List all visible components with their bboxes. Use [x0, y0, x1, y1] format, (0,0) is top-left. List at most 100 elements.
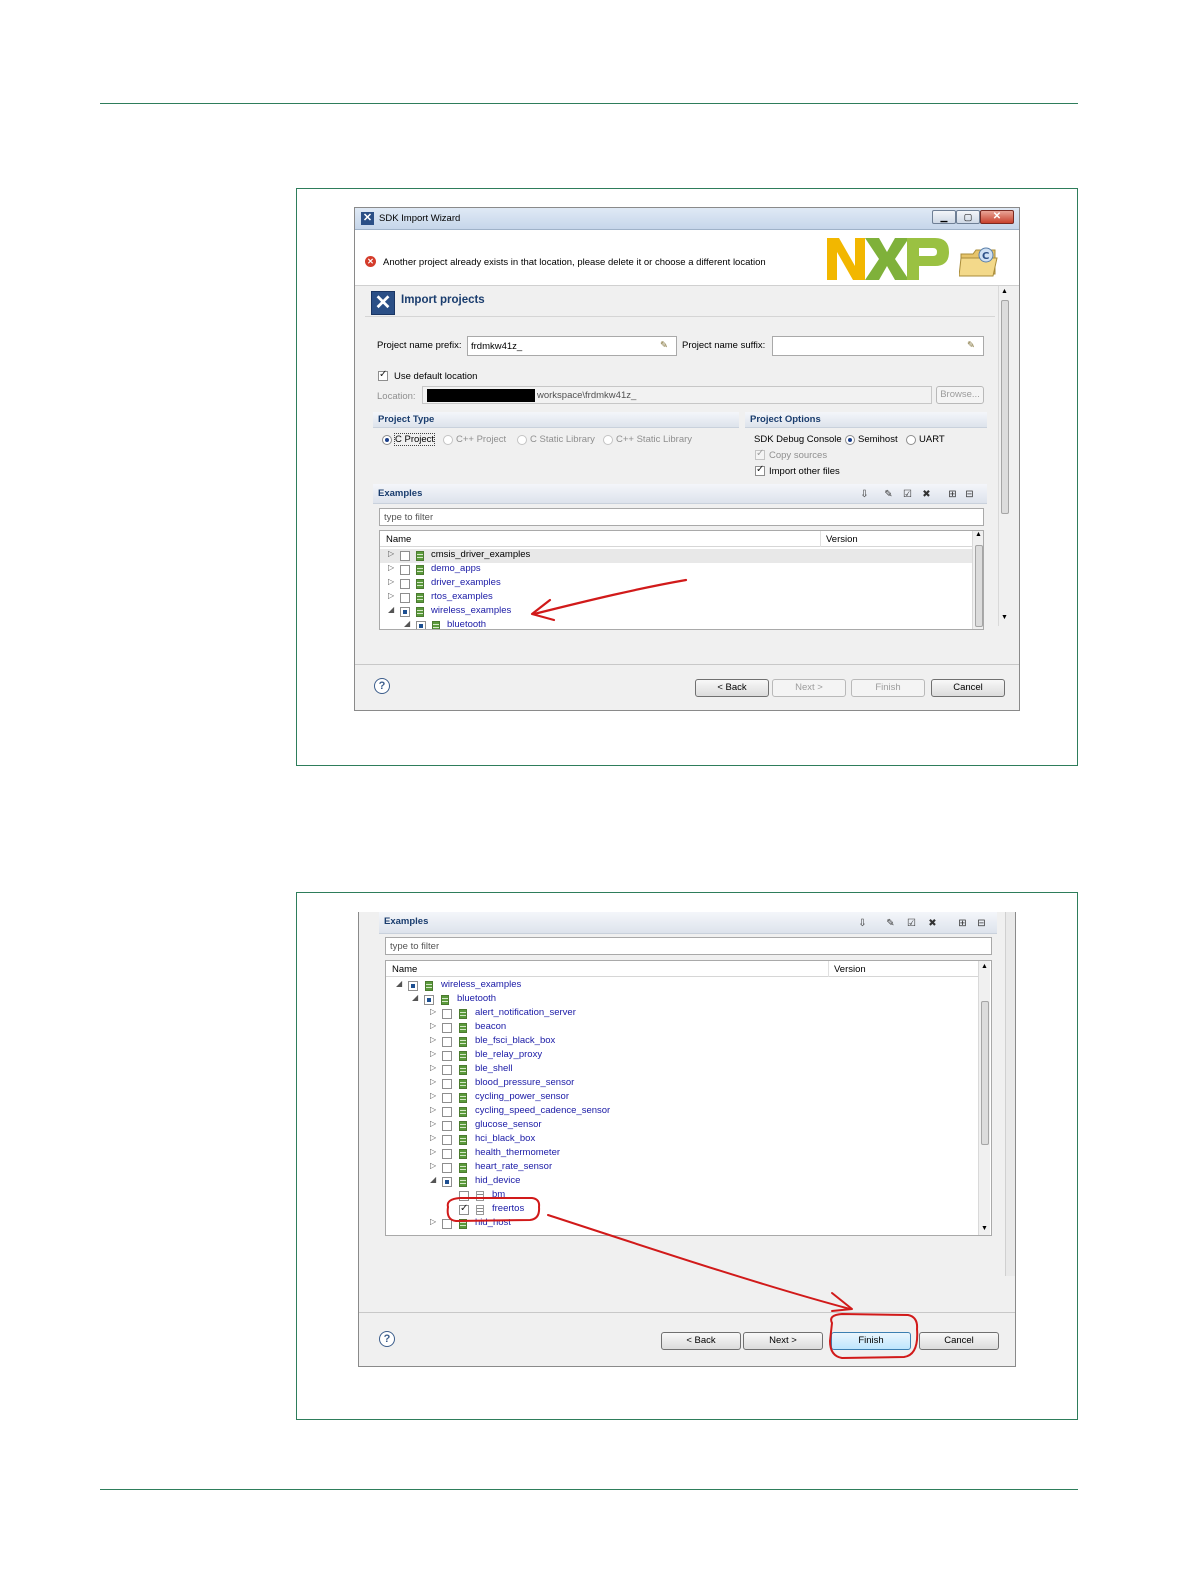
- item-checkbox[interactable]: [442, 1093, 452, 1103]
- item-checkbox[interactable]: [442, 1051, 452, 1061]
- expand-arrow-icon[interactable]: ▷: [430, 1217, 436, 1226]
- examples-filter-input[interactable]: type to filter: [385, 937, 992, 955]
- version-column-header[interactable]: Version: [834, 964, 866, 975]
- uart-radio[interactable]: [906, 435, 916, 445]
- expand-arrow-icon[interactable]: ▷: [388, 591, 394, 600]
- collapse-arrow-icon[interactable]: ◢: [430, 1175, 436, 1184]
- collapse-all-icon[interactable]: ⊟: [964, 489, 975, 500]
- check-all-icon[interactable]: ☑: [906, 918, 917, 929]
- expand-all-icon[interactable]: ⊞: [947, 489, 958, 500]
- import-icon[interactable]: ⇩: [857, 918, 868, 929]
- cpp-static-library-radio[interactable]: [603, 435, 613, 445]
- item-checkbox[interactable]: [400, 551, 410, 561]
- expand-arrow-icon[interactable]: ▷: [388, 563, 394, 572]
- tree-row[interactable]: ◢ wireless_examples: [386, 979, 978, 993]
- item-checkbox[interactable]: [400, 579, 410, 589]
- use-default-location-checkbox[interactable]: [378, 369, 388, 381]
- item-checkbox[interactable]: [442, 1177, 452, 1187]
- item-checkbox[interactable]: [442, 1107, 452, 1117]
- item-checkbox[interactable]: [442, 1163, 452, 1173]
- scroll-up-icon[interactable]: ▲: [1001, 288, 1008, 295]
- location-input[interactable]: workspace\frdmkw41z_: [422, 386, 932, 404]
- close-window-button[interactable]: ✕: [980, 210, 1014, 224]
- tree-row[interactable]: ▷ beacon: [386, 1021, 978, 1035]
- tree-scrollbar[interactable]: ▲: [972, 531, 983, 629]
- next-button[interactable]: Next >: [772, 679, 846, 697]
- expand-arrow-icon[interactable]: ▷: [430, 1021, 436, 1030]
- scroll-up-icon[interactable]: ▲: [981, 963, 988, 970]
- item-checkbox[interactable]: [400, 593, 410, 603]
- tree-row[interactable]: ▷ alert_notification_server: [386, 1007, 978, 1021]
- version-column-header[interactable]: Version: [826, 534, 858, 545]
- edit-icon[interactable]: ✎: [885, 918, 896, 929]
- cancel-button[interactable]: Cancel: [931, 679, 1005, 697]
- examples-filter-input[interactable]: type to filter: [379, 508, 984, 526]
- tree-row[interactable]: ▷ health_thermometer: [386, 1147, 978, 1161]
- scroll-thumb[interactable]: [975, 545, 983, 627]
- uncheck-all-icon[interactable]: ✖: [921, 489, 932, 500]
- item-checkbox[interactable]: [442, 1135, 452, 1145]
- item-checkbox[interactable]: [442, 1023, 452, 1033]
- item-checkbox[interactable]: [424, 995, 434, 1005]
- tree-row[interactable]: ◢ bluetooth: [386, 993, 978, 1007]
- expand-arrow-icon[interactable]: ▷: [430, 1091, 436, 1100]
- tree-row[interactable]: ▷ cmsis_driver_examples: [380, 549, 972, 563]
- c-project-radio[interactable]: [382, 435, 392, 445]
- tree-row[interactable]: ▷ cycling_power_sensor: [386, 1091, 978, 1105]
- item-checkbox[interactable]: [400, 607, 410, 617]
- wizard-scrollbar[interactable]: ▲ ▼: [998, 286, 1010, 626]
- expand-arrow-icon[interactable]: ▷: [430, 1133, 436, 1142]
- finish-button[interactable]: Finish: [851, 679, 925, 697]
- edit-icon[interactable]: ✎: [883, 489, 894, 500]
- help-icon[interactable]: ?: [374, 678, 390, 694]
- tree-scrollbar[interactable]: ▲ ▼: [978, 961, 990, 1235]
- tree-row[interactable]: ▷ hci_black_box: [386, 1133, 978, 1147]
- item-checkbox[interactable]: [442, 1037, 452, 1047]
- prefix-input[interactable]: frdmkw41z_ ✎: [467, 336, 677, 356]
- browse-button[interactable]: Browse...: [936, 386, 984, 404]
- c-static-library-radio[interactable]: [517, 435, 527, 445]
- item-checkbox[interactable]: [408, 981, 418, 991]
- expand-arrow-icon[interactable]: ▷: [430, 1161, 436, 1170]
- maximize-button[interactable]: ▢: [956, 210, 980, 224]
- tree-row[interactable]: ▷ heart_rate_sensor: [386, 1161, 978, 1175]
- scroll-up-icon[interactable]: ▲: [975, 531, 982, 538]
- expand-arrow-icon[interactable]: ▷: [388, 549, 394, 558]
- expand-arrow-icon[interactable]: ▷: [430, 1119, 436, 1128]
- expand-arrow-icon[interactable]: ▷: [430, 1063, 436, 1072]
- uncheck-all-icon[interactable]: ✖: [927, 918, 938, 929]
- expand-arrow-icon[interactable]: ▷: [430, 1105, 436, 1114]
- tree-row[interactable]: ▷ glucose_sensor: [386, 1119, 978, 1133]
- minimize-button[interactable]: ▁: [932, 210, 956, 224]
- collapse-all-icon[interactable]: ⊟: [976, 918, 987, 929]
- scroll-down-icon[interactable]: ▼: [981, 1225, 988, 1232]
- collapse-arrow-icon[interactable]: ◢: [412, 993, 418, 1002]
- name-column-header[interactable]: Name: [386, 534, 411, 545]
- expand-arrow-icon[interactable]: ▷: [430, 1147, 436, 1156]
- item-checkbox[interactable]: [442, 1079, 452, 1089]
- expand-arrow-icon[interactable]: ▷: [430, 1007, 436, 1016]
- expand-arrow-icon[interactable]: ▷: [430, 1077, 436, 1086]
- suffix-input[interactable]: ✎: [772, 336, 984, 356]
- item-checkbox[interactable]: [442, 1149, 452, 1159]
- collapse-arrow-icon[interactable]: ◢: [388, 605, 394, 614]
- item-checkbox[interactable]: [442, 1065, 452, 1075]
- expand-arrow-icon[interactable]: ▷: [388, 577, 394, 586]
- scroll-down-icon[interactable]: ▼: [1001, 614, 1008, 621]
- item-checkbox[interactable]: [442, 1009, 452, 1019]
- tree-row[interactable]: ▷ ble_fsci_black_box: [386, 1035, 978, 1049]
- scroll-thumb[interactable]: [1001, 300, 1009, 514]
- copy-sources-checkbox[interactable]: [755, 448, 765, 460]
- item-checkbox[interactable]: [442, 1121, 452, 1131]
- collapse-arrow-icon[interactable]: ◢: [404, 619, 410, 628]
- scroll-thumb[interactable]: [981, 1001, 989, 1145]
- tree-row[interactable]: ▷ ble_shell: [386, 1063, 978, 1077]
- tree-row[interactable]: ◢ hid_device: [386, 1175, 978, 1189]
- help-icon[interactable]: ?: [379, 1331, 395, 1347]
- semihost-radio[interactable]: [845, 435, 855, 445]
- back-button[interactable]: < Back: [695, 679, 769, 697]
- collapse-arrow-icon[interactable]: ◢: [396, 979, 402, 988]
- expand-all-icon[interactable]: ⊞: [957, 918, 968, 929]
- tree-row[interactable]: ▷ blood_pressure_sensor: [386, 1077, 978, 1091]
- cancel-button[interactable]: Cancel: [919, 1332, 999, 1350]
